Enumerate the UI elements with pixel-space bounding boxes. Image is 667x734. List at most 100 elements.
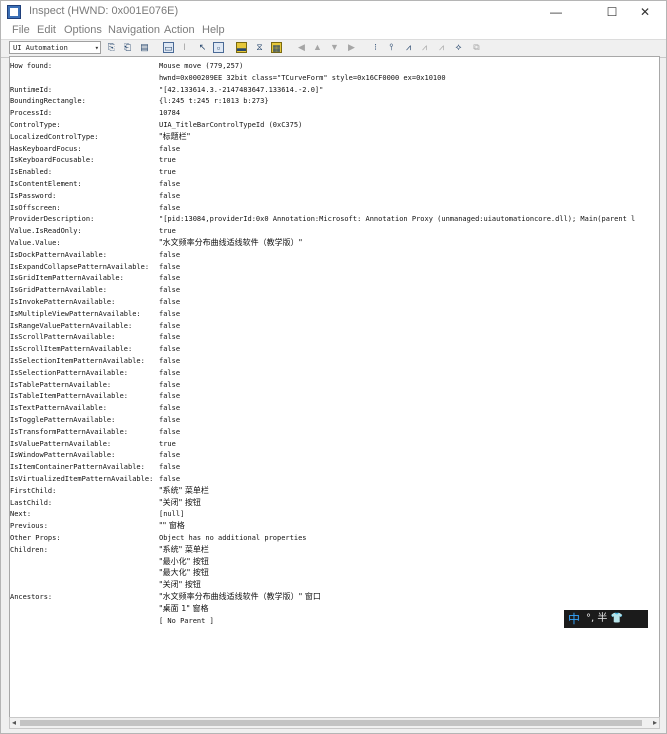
property-row[interactable]: IsEnabled: true (10, 166, 659, 178)
menu-options[interactable]: Options (64, 24, 102, 36)
property-row[interactable]: hwnd=0x000209EE 32bit class="TCurveForm"… (10, 72, 659, 84)
tree-child-icon[interactable]: ⟡ (453, 42, 464, 53)
refresh-icon[interactable]: ⧉ (471, 42, 482, 53)
property-row[interactable]: IsTableItemPatternAvailable: false (10, 390, 659, 402)
caret-icon[interactable]: I (179, 42, 190, 53)
property-row[interactable]: IsTogglePatternAvailable: false (10, 414, 659, 426)
nav-down-icon[interactable]: ▼ (329, 42, 340, 53)
property-row[interactable]: "最大化" 按钮 (10, 567, 659, 579)
nav-forward-icon[interactable]: ▶ (346, 42, 357, 53)
menu-navigation[interactable]: Navigation (108, 24, 160, 36)
properties-pane[interactable]: How found: Mouse move (779,257) hwnd=0x000… (9, 56, 660, 718)
expand-icon[interactable]: ⧖ (254, 42, 265, 53)
property-row[interactable]: [ No Parent ] (10, 615, 659, 627)
property-key: IsTableItemPatternAvailable: (10, 392, 129, 401)
ime-mode-indicator[interactable]: °, 半 👕 (586, 610, 623, 628)
mode-select[interactable]: UI Automation ▾ (9, 41, 101, 54)
property-row[interactable]: FirstChild: "系统" 菜单栏 (10, 485, 659, 497)
property-row[interactable]: IsTransformPatternAvailable: false (10, 426, 659, 438)
property-row[interactable]: Children: "系统" 菜单栏 (10, 544, 659, 556)
property-row[interactable]: IsExpandCollapsePatternAvailable: false (10, 261, 659, 273)
scroll-right-icon[interactable]: ▸ (653, 718, 657, 728)
property-row[interactable]: IsScrollPatternAvailable: false (10, 331, 659, 343)
property-row[interactable]: IsContentElement: false (10, 178, 659, 190)
property-value: false (159, 180, 181, 188)
collapse-icon[interactable]: ▦ (271, 42, 282, 53)
tree-prev-icon[interactable]: ⩘ (403, 42, 414, 53)
property-row[interactable]: LocalizedControlType: "标题栏" (10, 131, 659, 143)
title-bar: Inspect (HWND: 0x001E076E) — ☐ ✕ (1, 1, 666, 23)
property-row[interactable]: IsMultipleViewPatternAvailable: false (10, 308, 659, 320)
property-row[interactable]: IsWindowPatternAvailable: false (10, 449, 659, 461)
property-row[interactable]: IsItemContainerPatternAvailable: false (10, 461, 659, 473)
property-row[interactable]: ProcessId: 10784 (10, 107, 659, 119)
property-value: false (159, 191, 181, 200)
property-row[interactable]: IsVirtualizedItemPatternAvailable: false (10, 473, 659, 485)
property-row[interactable]: IsSelectionItemPatternAvailable: false (10, 355, 659, 367)
property-row[interactable]: IsGridPatternAvailable: false (10, 284, 659, 296)
property-value: false (159, 345, 181, 354)
property-row[interactable]: IsTextPatternAvailable: false (10, 402, 659, 414)
property-row[interactable]: IsTablePatternAvailable: false (10, 379, 659, 391)
property-row[interactable]: How found: Mouse move (779,257) (10, 60, 659, 72)
ime-toolbar[interactable]: 中 °, 半 👕 (564, 610, 648, 628)
property-row[interactable]: ControlType: UIA_TitleBarControlTypeId (0… (10, 119, 659, 131)
property-row[interactable]: IsScrollItemPatternAvailable: false (10, 343, 659, 355)
property-row[interactable]: "关闭" 按钮 (10, 579, 659, 591)
property-row[interactable]: IsRangeValuePatternAvailable: false (10, 320, 659, 332)
copy-icon[interactable]: ⎘ (106, 42, 117, 53)
menu-edit[interactable]: Edit (37, 24, 56, 36)
property-row[interactable]: "桌面 1" 窗格 (10, 603, 659, 615)
scrollbar-thumb[interactable] (20, 720, 642, 726)
property-row[interactable]: IsOffscreen: false (10, 202, 659, 214)
options-icon[interactable]: ▤ (139, 42, 150, 53)
property-row[interactable]: LastChild: "关闭" 按钮 (10, 497, 659, 509)
property-value: "最小化" 按钮 (159, 556, 209, 566)
scroll-left-icon[interactable]: ◂ (12, 718, 16, 728)
minimize-button[interactable]: — (534, 1, 578, 23)
tree-first-child-icon[interactable]: ⫯ (386, 42, 397, 53)
property-row[interactable]: IsGridItemPatternAvailable: false (10, 272, 659, 284)
menu-help[interactable]: Help (202, 24, 225, 36)
tree-next-icon[interactable]: ⩘ (419, 42, 430, 53)
property-row[interactable]: Previous: "" 窗格 (10, 520, 659, 532)
property-row[interactable]: ProviderDescription: "[pid:13084,provider… (10, 213, 659, 225)
property-row[interactable]: Next: [null] (10, 508, 659, 520)
ime-language-indicator[interactable]: 中 (568, 610, 580, 628)
property-row[interactable]: HasKeyboardFocus: false (10, 143, 659, 155)
horizontal-scrollbar[interactable]: ◂ ▸ (9, 717, 660, 729)
nav-up-icon[interactable]: ▲ (312, 42, 323, 53)
property-row[interactable]: IsValuePatternAvailable: true (10, 438, 659, 450)
tree-parent-icon[interactable]: ⁝ (370, 42, 381, 53)
property-key: IsWindowPatternAvailable: (10, 451, 116, 460)
property-row[interactable]: IsKeyboardFocusable: true (10, 154, 659, 166)
property-key: Value.IsReadOnly: (10, 227, 82, 236)
property-row[interactable]: IsInvokePatternAvailable: false (10, 296, 659, 308)
menu-file[interactable]: File (12, 24, 30, 36)
property-row[interactable]: IsPassword: false (10, 190, 659, 202)
menu-action[interactable]: Action (164, 24, 195, 36)
highlight-rect-icon[interactable]: ▭ (163, 42, 174, 53)
property-row[interactable]: Value.IsReadOnly: true (10, 225, 659, 237)
property-key: IsTogglePatternAvailable: (10, 416, 116, 424)
close-button[interactable]: ✕ (623, 1, 667, 23)
nav-back-icon[interactable]: ◀ (296, 42, 307, 53)
property-row[interactable]: IsDockPatternAvailable: false (10, 249, 659, 261)
focus-icon[interactable]: ▫ (213, 42, 224, 53)
property-row[interactable]: IsSelectionPatternAvailable: false (10, 367, 659, 379)
property-key: Children: (10, 545, 48, 554)
paste-icon[interactable]: ⎗ (122, 42, 133, 53)
menu-bar: File Edit Options Navigation Action Help (1, 23, 666, 39)
property-row[interactable]: Value.Value: "水文频率分布曲线适线软件（教学版）" (10, 237, 659, 249)
property-key: ProviderDescription: (10, 215, 95, 224)
chevron-down-icon: ▾ (94, 44, 99, 52)
tree-last-child-icon[interactable]: ⩘ (436, 42, 447, 53)
window-icon[interactable]: ▬ (236, 42, 247, 53)
property-row[interactable]: BoundingRectangle: {l:245 t:245 r:1013 b:… (10, 95, 659, 107)
pointer-icon[interactable]: ↖ (197, 42, 208, 53)
property-row[interactable]: "最小化" 按钮 (10, 556, 659, 568)
property-value: false (159, 309, 181, 318)
property-row[interactable]: Other Props: Object has no additional pro… (10, 532, 659, 544)
property-row[interactable]: RuntimeId: "[42.133614.3.-2147483647.1336… (10, 84, 659, 96)
property-row[interactable]: Ancestors: "水文频率分布曲线适线软件（教学版）" 窗口 (10, 591, 659, 603)
